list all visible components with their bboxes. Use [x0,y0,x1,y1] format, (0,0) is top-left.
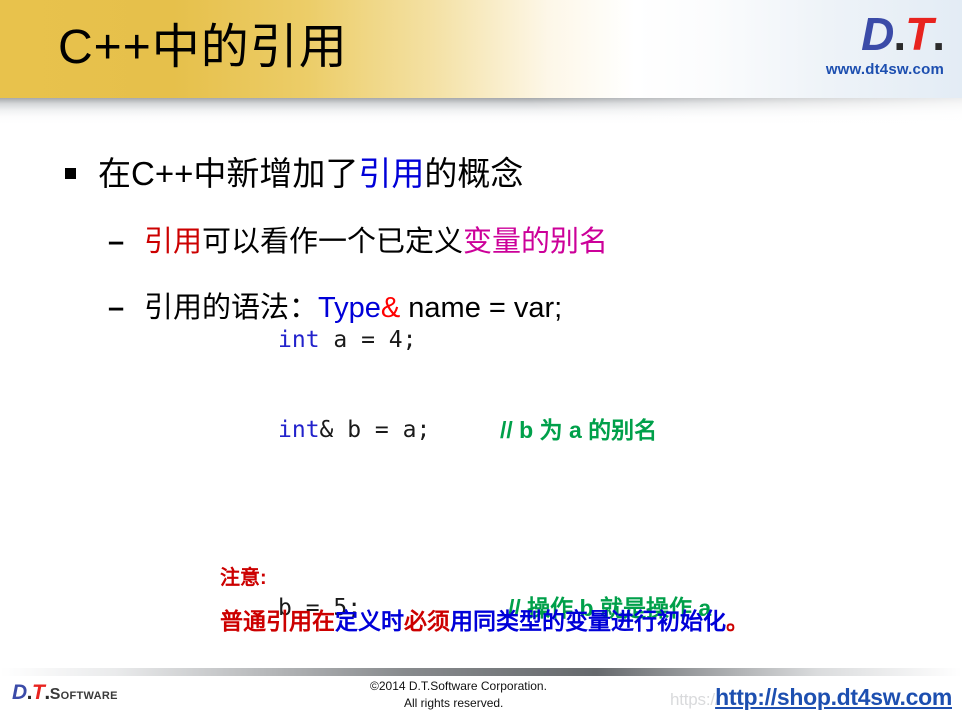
logo-dot-1: . [893,8,906,60]
footer-divider [0,668,962,676]
bullet1-text-highlight: 引用 [358,155,425,192]
code-line-1-rest: a = 4; [319,327,417,353]
footer-brand-logo: D.T.Software [12,682,118,706]
bullet2-text-part2: 可以看作一个已定义 [202,226,464,258]
brand-logo: D.T. www.dt4sw.com [825,8,945,80]
code-keyword: int [278,417,320,443]
bullet2-text-part1: 引用 [144,226,203,258]
bullet-level2-alias: – 引用可以看作一个已定义变量的别名 [108,222,962,262]
brand-logo-url: www.dt4sw.com [825,61,944,78]
note-seg2: 定义时 [335,608,404,634]
note-seg1: 普通引用在 [220,608,335,634]
page-title: C++中的引用 [58,21,348,74]
code-keyword: int [278,327,320,353]
note-title: 注意: [220,567,267,589]
logo-dot-2: . [932,8,945,60]
note-body: 普通引用在定义时必须用同类型的变量进行初始化。 [220,605,749,637]
bullet1-text-part1: 在C++中新增加了 [98,155,359,192]
square-bullet-icon [65,168,76,179]
code-line-1: int a = 4; [278,325,430,355]
bullet2-text-part4: 的别名 [521,226,609,258]
code-comment-1: // b 为 a 的别名 [500,417,658,443]
slide-content: 在C++中新增加了引用的概念 – 引用可以看作一个已定义变量的别名 – 引用的语法：… [0,124,962,328]
footer-copyright-line1: ©2014 D.T.Software Corporation. [370,679,547,693]
note-seg3: 必须 [404,608,450,634]
code-line-2: int& b = a; // b 为 a 的别名 [278,415,657,445]
footer-link-area: https:// http://shop.dt4sw.com [670,680,952,716]
logo-letter-d: D [861,8,894,60]
header-shadow-divider [0,98,962,124]
note-block: 注意: 普通引用在定义时必须用同类型的变量进行初始化。 [220,563,749,637]
logo-letter-t: T [905,8,933,60]
bullet-level1-concept: 在C++中新增加了引用的概念 [58,152,962,196]
footer-logo-letter-d: D [12,681,27,704]
footer-logo-letter-t: T [32,681,45,704]
bullet1-text-part2: 的概念 [424,155,524,192]
footer-copyright: ©2014 D.T.Software Corporation. All righ… [370,678,630,712]
brand-logo-mark: D.T. [826,8,945,60]
dash-bullet-icon: – [108,292,125,324]
note-seg4: 用同类型的变量进行初始化 [450,608,726,634]
dash-bullet-icon: – [108,226,125,258]
bullet-level2-syntax: – 引用的语法：Type& name = var; [108,288,962,328]
footer-copyright-line2: All rights reserved. [404,696,504,710]
slide: C++中的引用 D.T. www.dt4sw.com 在C++中新增加了引用的概… [0,0,962,721]
slide-footer: D.T.Software ©2014 D.T.Software Corporat… [0,676,962,721]
code-line-2-rest: & b = a; [319,417,431,443]
footer-shop-link[interactable]: http://shop.dt4sw.com [715,682,952,712]
note-seg5: 。 [726,608,749,634]
footer-logo-word: Software [49,686,118,703]
bullet2-text-part3: 变量 [463,226,522,258]
